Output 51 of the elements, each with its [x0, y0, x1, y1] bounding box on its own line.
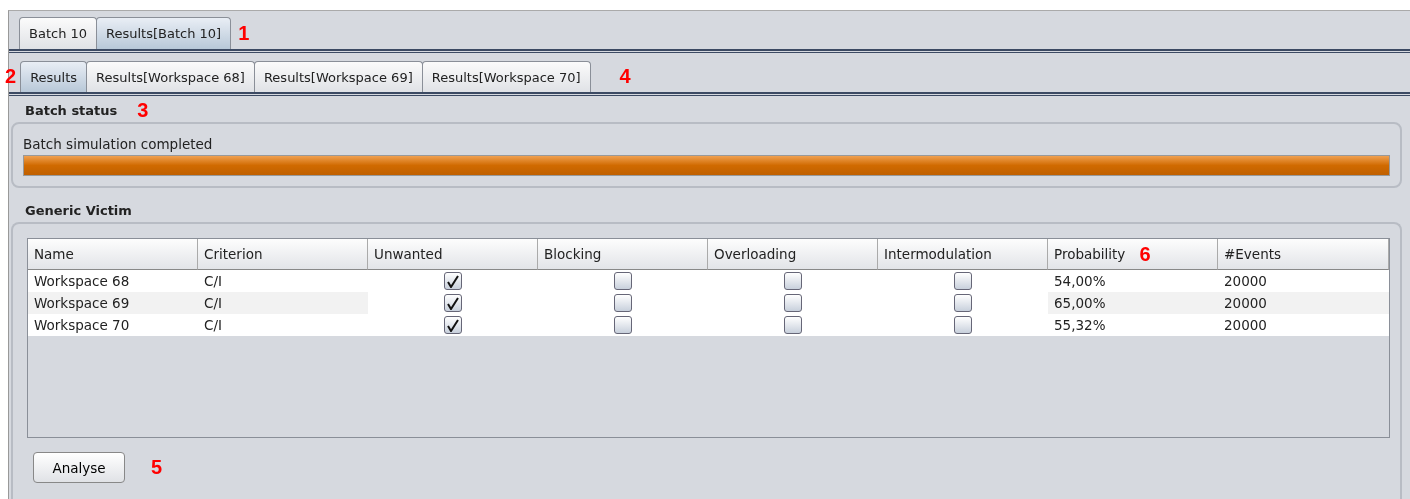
section-title: Generic Victim: [25, 202, 132, 218]
tab[interactable]: Batch 10: [19, 17, 98, 49]
checkbox[interactable]: [614, 316, 632, 334]
analyse-button[interactable]: Analyse: [33, 452, 125, 483]
table-cell: 20000: [1218, 270, 1389, 292]
tab[interactable]: Results[Batch 10]: [96, 17, 232, 49]
tab[interactable]: Results[Workspace 70]: [421, 61, 591, 92]
status-message: Batch simulation completed: [23, 136, 214, 152]
table-cell: C/I: [198, 314, 368, 336]
check-icon: [447, 318, 459, 332]
tab[interactable]: Results[Workspace 69]: [253, 61, 423, 92]
column-header[interactable]: Name: [28, 239, 198, 270]
callout-number: 5: [151, 456, 163, 479]
callout-number: 2: [5, 65, 17, 88]
tab[interactable]: Results[Workspace 68]: [86, 61, 255, 92]
table-cell: C/I: [198, 292, 368, 314]
column-header[interactable]: #Events: [1218, 239, 1389, 270]
check-icon: [447, 274, 459, 288]
callout-number: 6: [1139, 242, 1151, 266]
checkbox[interactable]: [954, 316, 972, 334]
column-header[interactable]: Intermodulation: [878, 239, 1048, 270]
tab[interactable]: Results: [20, 61, 88, 92]
checkbox[interactable]: [444, 316, 462, 334]
table-cell: Workspace 70: [28, 314, 198, 336]
table-cell: 20000: [1218, 314, 1389, 336]
table-cell: 20000: [1218, 292, 1389, 314]
checkbox[interactable]: [954, 294, 972, 312]
callout-number: 4: [619, 65, 631, 88]
check-icon: [447, 296, 459, 310]
callout-number: 1: [238, 21, 250, 45]
checkbox[interactable]: [784, 272, 802, 290]
column-header[interactable]: Blocking: [538, 239, 708, 270]
checkbox[interactable]: [444, 294, 462, 312]
section-title: Batch status: [25, 102, 118, 118]
table-cell: C/I: [198, 270, 368, 292]
column-header[interactable]: Unwanted: [368, 239, 538, 270]
column-header[interactable]: Probability 6: [1048, 239, 1218, 270]
checkbox[interactable]: [614, 272, 632, 290]
column-header[interactable]: Criterion: [198, 239, 368, 270]
checkbox[interactable]: [954, 272, 972, 290]
checkbox[interactable]: [784, 294, 802, 312]
table-cell: 65,00%: [1048, 292, 1218, 314]
table-cell: Workspace 68: [28, 270, 198, 292]
table-cell: 54,00%: [1048, 270, 1218, 292]
table-cell: Workspace 69: [28, 292, 198, 314]
callout-number: 3: [137, 98, 149, 122]
checkbox[interactable]: [614, 294, 632, 312]
checkbox[interactable]: [444, 272, 462, 290]
table-cell: 55,32%: [1048, 314, 1218, 336]
column-header[interactable]: Overloading: [708, 239, 878, 270]
checkbox[interactable]: [784, 316, 802, 334]
